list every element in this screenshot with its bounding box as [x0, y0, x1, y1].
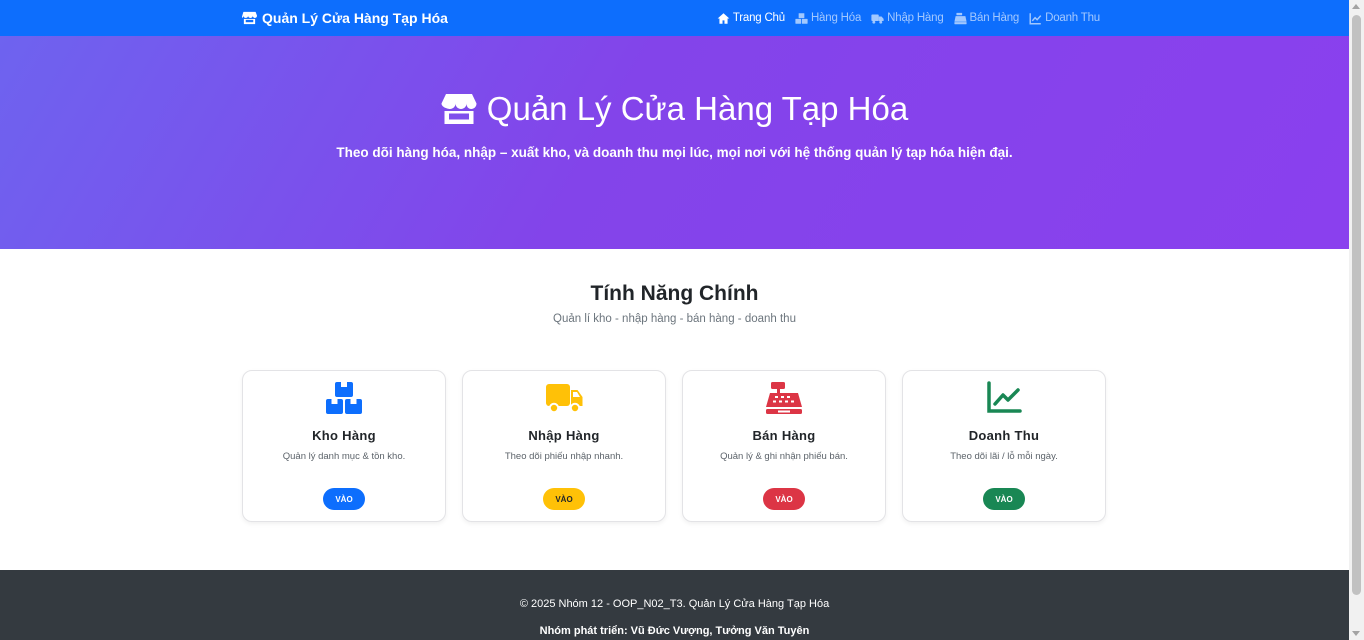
vertical-scrollbar[interactable] — [1349, 0, 1364, 640]
feature-card-desc: Theo dõi lãi / lỗ mỗi ngày. — [950, 451, 1058, 462]
enter-revenue-button[interactable]: VÀO — [983, 488, 1025, 510]
feature-card-sales: Bán Hàng Quản lý & ghi nhận phiếu bán. V… — [682, 370, 886, 522]
nav-link-label: Doanh Thu — [1045, 12, 1100, 24]
enter-import-button[interactable]: VÀO — [543, 488, 585, 510]
chart-line-icon — [1029, 12, 1042, 25]
nav-link-label: Nhập Hàng — [887, 12, 944, 24]
brand-label: Quản Lý Cửa Hàng Tạp Hóa — [262, 10, 448, 26]
feature-card-title: Doanh Thu — [968, 428, 1040, 443]
scroll-thumb[interactable] — [1352, 15, 1361, 595]
feature-card-revenue: Doanh Thu Theo dõi lãi / lỗ mỗi ngày. VÀ… — [902, 370, 1106, 522]
chart-line-icon — [987, 381, 1022, 413]
truck-icon — [871, 13, 884, 24]
features-title: Tính Năng Chính — [590, 282, 759, 305]
nav-link-products[interactable]: Hàng Hóa — [795, 12, 861, 25]
feature-card-desc: Quản lý & ghi nhận phiếu bán. — [720, 451, 848, 462]
footer-team: Nhóm phát triển: Vũ Đức Vượng, Tưởng Văn… — [539, 625, 810, 637]
scroll-down-arrow-icon[interactable] — [1352, 631, 1360, 636]
nav-link-label: Trang Chủ — [732, 12, 785, 24]
hero-title-text: Quản Lý Cửa Hàng Tạp Hóa — [486, 90, 909, 127]
boxes-icon — [795, 12, 808, 24]
feature-card-title: Kho Hàng — [312, 428, 376, 443]
footer-copyright: © 2025 Nhóm 12 - OOP_N02_T3. Quản Lý Cửa… — [519, 598, 830, 610]
feature-card-import: Nhập Hàng Theo dõi phiếu nhập nhanh. VÀO — [462, 370, 666, 522]
features-subtitle: Quản lí kho - nhập hàng - bán hàng - doa… — [553, 313, 796, 325]
store-icon — [441, 94, 477, 124]
footer: © 2025 Nhóm 12 - OOP_N02_T3. Quản Lý Cửa… — [0, 570, 1349, 640]
hero-title: Quản Lý Cửa Hàng Tạp Hóa — [0, 90, 1349, 128]
boxes-icon — [326, 382, 362, 414]
scroll-up-arrow-icon[interactable] — [1352, 4, 1360, 9]
truck-icon — [546, 384, 583, 414]
nav-link-revenue[interactable]: Doanh Thu — [1029, 12, 1100, 25]
brand-link[interactable]: Quản Lý Cửa Hàng Tạp Hóa — [242, 0, 448, 36]
home-icon — [717, 12, 730, 24]
page: Quản Lý Cửa Hàng Tạp Hóa Trang Chủ Hàng … — [0, 0, 1349, 640]
navbar: Quản Lý Cửa Hàng Tạp Hóa Trang Chủ Hàng … — [0, 0, 1349, 36]
cash-register-icon — [766, 382, 802, 414]
hero-subtitle: Theo dõi hàng hóa, nhập – xuất kho, và d… — [336, 145, 1013, 160]
hero-banner: Quản Lý Cửa Hàng Tạp Hóa Theo dõi hàng h… — [0, 36, 1349, 249]
feature-card-title: Bán Hàng — [752, 428, 816, 443]
enter-sales-button[interactable]: VÀO — [763, 488, 805, 510]
nav-menu: Trang Chủ Hàng Hóa Nhập Hàng Bán Hàng Do… — [717, 0, 1100, 36]
feature-card-inventory: Kho Hàng Quản lý danh mục & tồn kho. VÀO — [242, 370, 446, 522]
feature-card-desc: Quản lý danh mục & tồn kho. — [282, 451, 406, 462]
feature-card-desc: Theo dõi phiếu nhập nhanh. — [504, 451, 624, 462]
nav-link-import[interactable]: Nhập Hàng — [871, 12, 944, 25]
nav-link-label: Bán Hàng — [969, 12, 1020, 24]
nav-link-label: Hàng Hóa — [810, 12, 862, 24]
store-icon — [242, 11, 257, 25]
feature-card-title: Nhập Hàng — [528, 428, 600, 443]
nav-link-home[interactable]: Trang Chủ — [717, 12, 785, 25]
nav-link-sales[interactable]: Bán Hàng — [953, 12, 1020, 25]
cash-register-icon — [953, 12, 967, 24]
enter-inventory-button[interactable]: VÀO — [323, 488, 365, 510]
